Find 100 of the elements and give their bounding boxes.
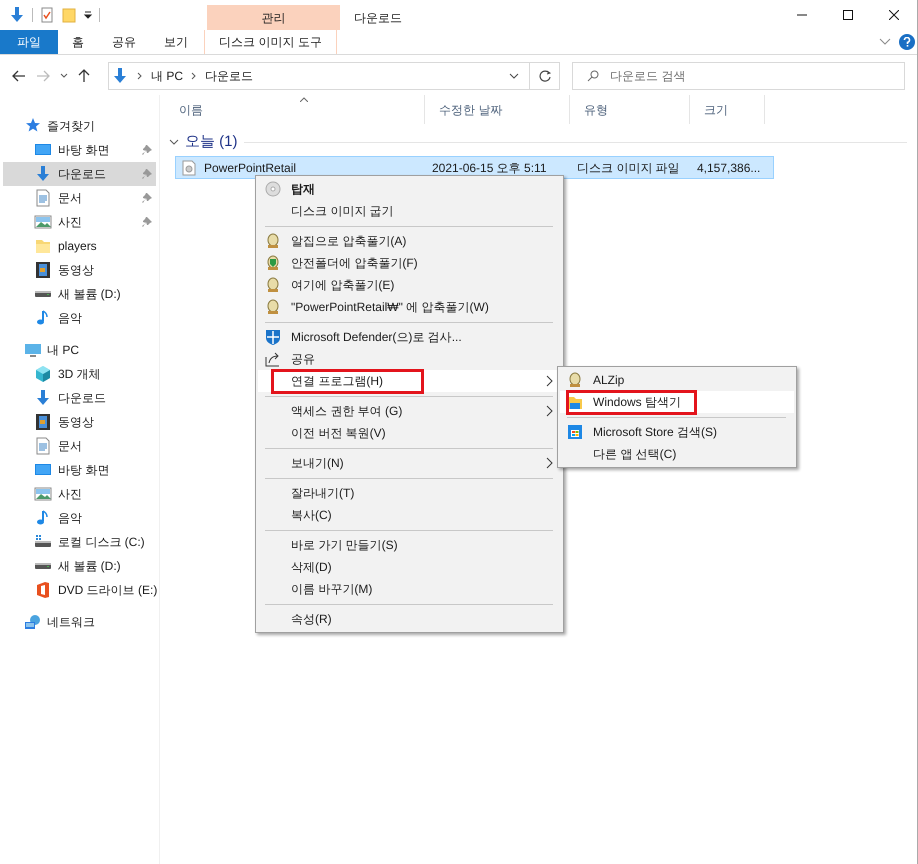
question-mark-icon — [903, 37, 911, 47]
chevron-down-icon[interactable] — [509, 73, 519, 79]
monitor-icon — [24, 341, 42, 359]
sidebar-item[interactable]: 로컬 디스크 (C:) — [3, 530, 156, 554]
sidebar-item[interactable]: 다운로드 — [3, 386, 156, 410]
sidebar-item[interactable]: 음악 — [3, 506, 156, 530]
sidebar-item[interactable]: 문서 — [3, 434, 156, 458]
egg-icon — [265, 233, 281, 249]
down-arrow-icon — [111, 67, 129, 85]
help-icon[interactable] — [899, 34, 915, 50]
folder-icon — [34, 237, 52, 255]
menu-item[interactable]: 복사(C) — [258, 504, 561, 526]
refresh-icon[interactable] — [538, 70, 550, 82]
menu-item[interactable]: Microsoft Defender(으)로 검사... — [258, 326, 561, 348]
menu-item[interactable]: 삭제(D) — [258, 556, 561, 578]
ribbon-tab[interactable]: 디스크 이미지 도구 — [204, 30, 337, 54]
drive-icon — [35, 563, 51, 569]
sidebar-item[interactable]: 바탕 화면 — [3, 458, 156, 482]
menu-item[interactable]: 이전 버전 복원(V) — [258, 422, 561, 444]
back-arrow-icon[interactable] — [12, 70, 26, 82]
document-icon — [34, 437, 52, 455]
dropdown-icon[interactable] — [83, 10, 93, 20]
egg-icon — [265, 277, 281, 293]
menu-item[interactable]: 이름 바꾸기(M) — [258, 578, 561, 600]
menu-item[interactable]: 잘라내기(T) — [258, 482, 561, 504]
ribbon-tab[interactable]: 홈 — [58, 30, 98, 54]
table-cell-text: PowerPointRetail — [204, 160, 298, 176]
sidebar-item[interactable]: 3D 개체 — [3, 362, 156, 386]
breadcrumb[interactable]: 다운로드 — [205, 67, 254, 85]
ribbon-tab[interactable]: 공유 — [98, 30, 150, 54]
network-icon — [24, 613, 42, 631]
menu-item[interactable]: 보내기(N) — [258, 452, 561, 474]
sidebar-item[interactable]: 새 볼륨 (D:) — [3, 554, 156, 578]
checklist-icon[interactable] — [39, 7, 55, 23]
chevron-right-icon — [137, 72, 143, 80]
address-bar[interactable]: 내 PC 다운로드 — [108, 62, 560, 90]
window-title: 다운로드 — [353, 10, 403, 27]
down-arrow-icon[interactable] — [8, 6, 26, 24]
sidebar-item[interactable]: 즐겨찾기 — [0, 114, 159, 138]
egg-icon — [567, 372, 583, 388]
menu-item[interactable]: "PowerPointRetail₩" 에 압축풀기(W) — [258, 296, 561, 318]
sidebar-item[interactable]: 새 볼륨 (D:) — [3, 282, 156, 306]
share-icon — [265, 351, 281, 367]
picture-icon — [34, 213, 52, 231]
sidebar-item[interactable]: 사진 — [3, 210, 156, 234]
column-header[interactable]: 수정한 날짜 — [425, 95, 570, 124]
sidebar-item[interactable]: DVD 드라이브 (E:) — [3, 578, 156, 602]
shopping-bag-icon — [567, 424, 583, 440]
table-cell-text: 2021-06-15 오후 5:11 — [431, 160, 548, 176]
sidebar-item[interactable]: 다운로드 — [3, 162, 156, 186]
sidebar-item[interactable]: 사진 — [3, 482, 156, 506]
group-header[interactable]: 오늘 (1) — [185, 130, 238, 154]
search-icon — [587, 70, 599, 82]
menu-item[interactable]: 공유 — [258, 348, 561, 370]
menu-item[interactable]: Microsoft Store 검색(S) — [560, 421, 794, 443]
sidebar-item[interactable]: 음악 — [3, 306, 156, 330]
up-arrow-icon[interactable] — [78, 69, 90, 83]
chevron-down-icon[interactable] — [169, 139, 179, 145]
menu-item[interactable]: 속성(R) — [258, 608, 561, 630]
office-icon — [34, 581, 52, 599]
tab-group-header: 관리 — [207, 5, 340, 30]
menu-item[interactable]: ALZip — [560, 369, 794, 391]
sidebar-item[interactable]: 동영상 — [3, 410, 156, 434]
shield-icon — [265, 329, 281, 345]
breadcrumb[interactable]: 내 PC — [151, 67, 184, 85]
close-icon — [889, 10, 899, 20]
sidebar-item[interactable]: 문서 — [3, 186, 156, 210]
sidebar-item[interactable]: 동영상 — [3, 258, 156, 282]
document-icon — [34, 189, 52, 207]
column-header[interactable]: 크기 — [690, 95, 765, 124]
ribbon-tab[interactable]: 파일 — [0, 30, 58, 54]
sidebar-item[interactable]: 네트워크 — [0, 610, 159, 634]
menu-item[interactable]: 탑재 — [258, 178, 561, 200]
folder-icon — [567, 394, 583, 410]
ribbon-tab[interactable]: 보기 — [150, 30, 202, 54]
menu-item[interactable]: 여기에 압축풀기(E) — [258, 274, 561, 296]
disc-file-icon — [182, 160, 196, 176]
search-field[interactable]: 다운로드 검색 — [572, 62, 905, 90]
chevron-down-icon[interactable] — [60, 73, 68, 79]
menu-item[interactable]: 안전폴더에 압축풀기(F) — [258, 252, 561, 274]
sidebar-item[interactable]: players — [3, 234, 156, 258]
film-icon — [34, 261, 52, 279]
menu-item[interactable]: 바로 가기 만들기(S) — [258, 534, 561, 556]
sort-caret-icon — [300, 97, 308, 102]
file-row[interactable]: PowerPointRetail 2021-06-15 오후 5:11 디스크 이미지 파일 4,157,386... — [175, 156, 774, 179]
drive-icon — [35, 291, 51, 297]
sidebar-item[interactable]: 바탕 화면 — [3, 138, 156, 162]
maximize-icon — [843, 10, 853, 20]
menu-item[interactable]: Windows 탐색기 — [560, 391, 794, 413]
sidebar-item[interactable]: 내 PC — [0, 338, 159, 362]
menu-item[interactable]: 디스크 이미지 굽기 — [258, 200, 561, 222]
picture-icon — [34, 485, 52, 503]
column-header[interactable]: 이름 — [165, 95, 425, 124]
column-header[interactable]: 유형 — [570, 95, 690, 124]
down-arrow-icon — [34, 165, 52, 183]
menu-item[interactable]: 액세스 권한 부여 (G) — [258, 400, 561, 422]
table-cell-text: 4,157,386... — [696, 160, 762, 176]
film-icon — [34, 413, 52, 431]
menu-item[interactable]: 알집으로 압축풀기(A) — [258, 230, 561, 252]
menu-item[interactable]: 다른 앱 선택(C) — [560, 443, 794, 465]
